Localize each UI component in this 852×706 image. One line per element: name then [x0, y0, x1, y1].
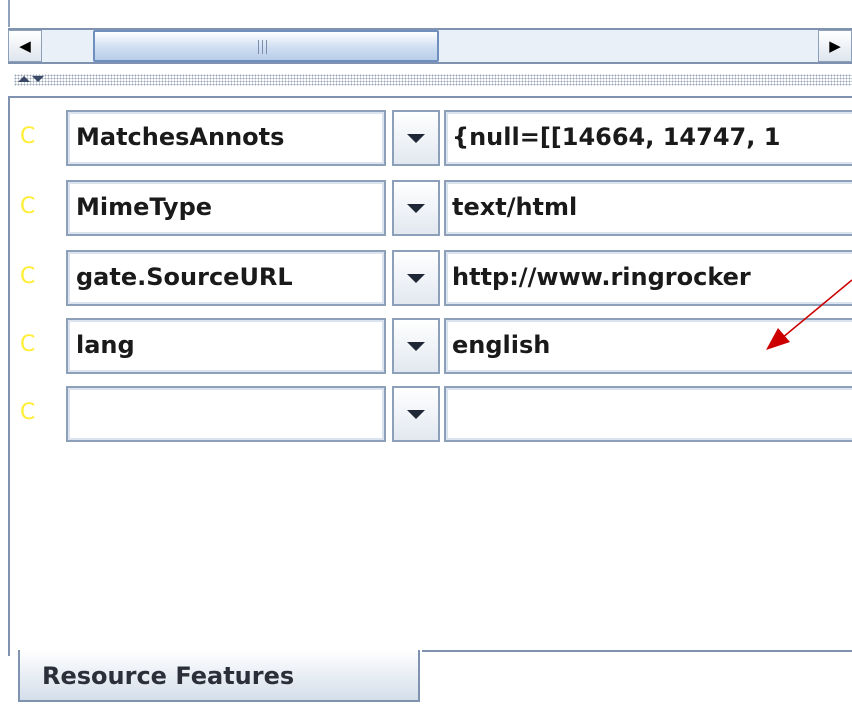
triangle-right-icon: ▶ — [829, 37, 841, 55]
new-feature-name-field[interactable] — [66, 386, 386, 442]
feature-value-field[interactable]: text/html — [444, 180, 852, 236]
split-pane-divider[interactable] — [14, 74, 852, 86]
triangle-left-icon: ◀ — [19, 37, 31, 55]
feature-row: C gate.SourceURL http://www.ringrocker — [20, 250, 852, 310]
feature-name-dropdown-button[interactable] — [392, 180, 440, 236]
feature-name-dropdown-button[interactable] — [392, 250, 440, 306]
feature-marker: C — [20, 194, 36, 219]
chevron-down-icon — [407, 341, 425, 351]
chevron-down-icon — [407, 273, 425, 283]
feature-name-field[interactable]: lang — [66, 318, 386, 374]
chevron-down-icon — [407, 409, 425, 419]
new-feature-value-field[interactable] — [444, 386, 852, 442]
feature-name-dropdown-button[interactable] — [392, 386, 440, 442]
feature-name-dropdown-button[interactable] — [392, 318, 440, 374]
horizontal-scrollbar[interactable]: ◀ ▶ — [8, 28, 852, 64]
feature-name-dropdown-button[interactable] — [392, 110, 440, 166]
panel-edge-line — [8, 0, 10, 27]
triangle-up-icon[interactable] — [18, 76, 30, 82]
tab-resource-features[interactable]: Resource Features — [18, 650, 420, 702]
feature-row-new: C — [20, 386, 852, 446]
scrollbar-thumb[interactable] — [93, 30, 439, 62]
feature-marker: C — [20, 124, 36, 149]
feature-name-field[interactable]: gate.SourceURL — [66, 250, 386, 306]
feature-marker: C — [20, 400, 36, 425]
triangle-down-icon[interactable] — [32, 76, 44, 82]
chevron-down-icon — [407, 133, 425, 143]
feature-row: C MatchesAnnots {null=[[14664, 14747, 1 — [20, 110, 852, 170]
scroll-left-button[interactable]: ◀ — [8, 30, 42, 62]
chevron-down-icon — [407, 203, 425, 213]
tab-strip: Resource Features — [8, 650, 852, 706]
feature-marker: C — [20, 332, 36, 357]
feature-name-field[interactable]: MimeType — [66, 180, 386, 236]
feature-value-field[interactable]: english — [444, 318, 852, 374]
grip-icon — [258, 40, 270, 54]
feature-row: C lang english — [20, 318, 852, 378]
scroll-right-button[interactable]: ▶ — [818, 30, 852, 62]
feature-value-field[interactable]: {null=[[14664, 14747, 1 — [444, 110, 852, 166]
feature-value-field[interactable]: http://www.ringrocker — [444, 250, 852, 306]
tab-strip-baseline — [422, 650, 852, 652]
features-panel: C MatchesAnnots {null=[[14664, 14747, 1 … — [8, 96, 852, 656]
feature-row: C MimeType text/html — [20, 180, 852, 240]
feature-marker: C — [20, 264, 36, 289]
feature-name-field[interactable]: MatchesAnnots — [66, 110, 386, 166]
